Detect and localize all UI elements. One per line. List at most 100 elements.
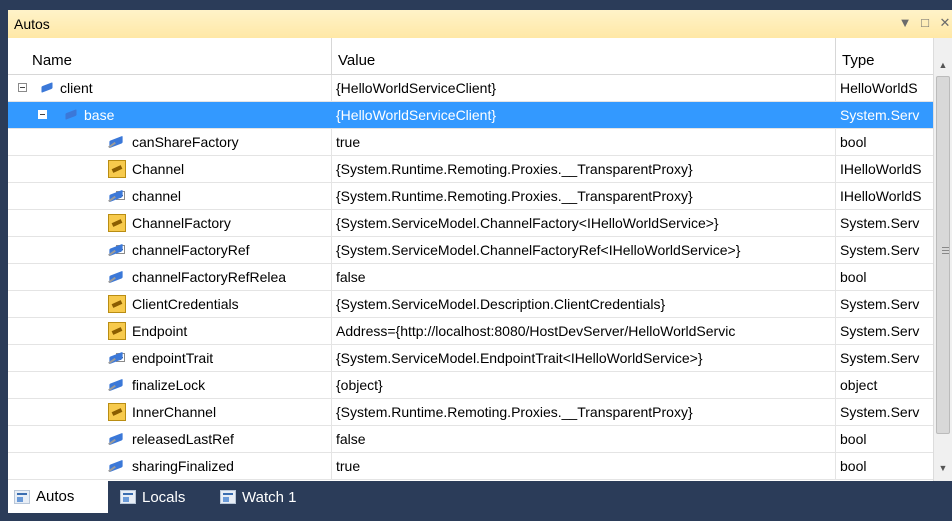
property-icon [108, 160, 126, 178]
scroll-up-icon[interactable]: ▲ [934, 56, 952, 74]
field-icon [108, 187, 126, 205]
field-icon [42, 82, 54, 94]
variable-name: client [60, 80, 93, 96]
window-title-bar[interactable]: Autos ▼ □ ✕ [8, 10, 952, 39]
variable-name: releasedLastRef [132, 431, 234, 447]
name-cell[interactable]: base [8, 102, 332, 128]
type-cell: HelloWorldS [836, 75, 934, 101]
name-cell[interactable]: releasedLastRef [8, 426, 332, 452]
variable-name: canShareFactory [132, 134, 239, 150]
autos-window: Autos ▼ □ ✕ Name Value Type client {Hello… [0, 0, 952, 521]
name-cell[interactable]: sharingFinalized [8, 453, 332, 479]
table-row[interactable]: releasedLastRef false bool [8, 426, 934, 453]
table-row[interactable]: ChannelFactory {System.ServiceModel.Chann… [8, 210, 934, 237]
value-cell[interactable]: {System.ServiceModel.Description.ClientC… [332, 291, 836, 317]
table-row[interactable]: finalizeLock {object} object [8, 372, 934, 399]
column-header-value[interactable]: Value [332, 38, 836, 74]
name-cell[interactable]: channel [8, 183, 332, 209]
locals-icon [120, 490, 136, 504]
name-cell[interactable]: channelFactoryRefRelea [8, 264, 332, 290]
value-cell[interactable]: {System.Runtime.Remoting.Proxies.__Trans… [332, 399, 836, 425]
value-cell[interactable]: {System.ServiceModel.ChannelFactory<IHel… [332, 210, 836, 236]
watch-icon [220, 490, 236, 504]
tab-label: Autos [36, 488, 75, 505]
value-cell[interactable]: {System.ServiceModel.EndpointTrait<IHell… [332, 345, 836, 371]
table-row[interactable]: channelFactoryRef {System.ServiceModel.Ch… [8, 237, 934, 264]
field-icon [108, 268, 126, 286]
variable-name: sharingFinalized [132, 458, 234, 474]
type-cell: bool [836, 453, 934, 479]
tab-locals[interactable]: Locals [114, 481, 214, 513]
field-icon [66, 109, 78, 121]
name-cell[interactable]: InnerChannel [8, 399, 332, 425]
name-cell[interactable]: client [8, 75, 332, 101]
value-cell[interactable]: {System.Runtime.Remoting.Proxies.__Trans… [332, 183, 836, 209]
type-cell: bool [836, 264, 934, 290]
name-cell[interactable]: canShareFactory [8, 129, 332, 155]
value-cell[interactable]: true [332, 129, 836, 155]
grid-header: Name Value Type [8, 38, 952, 75]
grid-rows: client {HelloWorldServiceClient} HelloWorl… [8, 75, 934, 480]
vertical-scrollbar[interactable]: ▲ ▼ [933, 38, 952, 481]
table-row[interactable]: Channel {System.Runtime.Remoting.Proxies.… [8, 156, 934, 183]
maximize-icon[interactable]: □ [918, 15, 932, 31]
variable-name: ClientCredentials [132, 296, 239, 312]
field-icon [108, 376, 126, 394]
name-cell[interactable]: channelFactoryRef [8, 237, 332, 263]
name-cell[interactable]: Channel [8, 156, 332, 182]
type-cell: bool [836, 426, 934, 452]
tab-label: Locals [142, 488, 186, 506]
scroll-down-icon[interactable]: ▼ [934, 459, 952, 477]
field-icon [108, 430, 126, 448]
variable-name: base [84, 107, 115, 123]
property-icon [108, 214, 126, 232]
value-cell[interactable]: {object} [332, 372, 836, 398]
tab-autos[interactable]: Autos [8, 481, 108, 513]
property-icon [108, 295, 126, 313]
table-row[interactable]: canShareFactory true bool [8, 129, 934, 156]
column-header-type[interactable]: Type [836, 38, 934, 74]
table-row[interactable]: client {HelloWorldServiceClient} HelloWorl… [8, 75, 934, 102]
field-icon [108, 457, 126, 475]
type-cell: object [836, 372, 934, 398]
autos-icon [14, 489, 30, 504]
name-cell[interactable]: endpointTrait [8, 345, 332, 371]
value-cell[interactable]: {HelloWorldServiceClient} [332, 102, 836, 128]
close-icon[interactable]: ✕ [938, 15, 952, 31]
variable-name: channel [132, 188, 182, 204]
table-row[interactable]: ClientCredentials {System.ServiceModel.De… [8, 291, 934, 318]
variables-grid: Name Value Type client {HelloWorldService… [8, 38, 952, 481]
column-header-name[interactable]: Name [26, 38, 332, 74]
name-cell[interactable]: ClientCredentials [8, 291, 332, 317]
table-row[interactable]: channel {System.Runtime.Remoting.Proxies.… [8, 183, 934, 210]
value-cell[interactable]: Address={http://localhost:8080/HostDevSe… [332, 318, 836, 344]
name-cell[interactable]: finalizeLock [8, 372, 332, 398]
value-cell[interactable]: true [332, 453, 836, 479]
collapse-icon[interactable] [38, 110, 47, 119]
variable-name: Endpoint [132, 323, 188, 339]
table-row[interactable]: sharingFinalized true bool [8, 453, 934, 480]
table-row[interactable]: InnerChannel {System.Runtime.Remoting.Pro… [8, 399, 934, 426]
value-cell[interactable]: false [332, 426, 836, 452]
type-cell: System.Serv [836, 237, 934, 263]
variable-name: endpointTrait [132, 350, 214, 366]
table-row[interactable]: Endpoint Address={http://localhost:8080/H… [8, 318, 934, 345]
field-icon [108, 133, 126, 151]
value-cell[interactable]: {System.ServiceModel.ChannelFactoryRef<I… [332, 237, 836, 263]
value-cell[interactable]: {HelloWorldServiceClient} [332, 75, 836, 101]
property-icon [108, 322, 126, 340]
name-cell[interactable]: ChannelFactory [8, 210, 332, 236]
value-cell[interactable]: false [332, 264, 836, 290]
table-row[interactable]: endpointTrait {System.ServiceModel.Endpoi… [8, 345, 934, 372]
collapse-icon[interactable] [18, 83, 27, 92]
grip-icon [942, 247, 949, 257]
table-row[interactable]: channelFactoryRefRelea false bool [8, 264, 934, 291]
value-cell[interactable]: {System.Runtime.Remoting.Proxies.__Trans… [332, 156, 836, 182]
field-icon [108, 241, 126, 259]
tab-watch-1[interactable]: Watch 1 [214, 481, 326, 513]
table-row[interactable]: base {HelloWorldServiceClient} System.Serv [8, 102, 934, 129]
dropdown-icon[interactable]: ▼ [898, 15, 912, 31]
property-icon [108, 403, 126, 421]
name-cell[interactable]: Endpoint [8, 318, 332, 344]
scrollbar-thumb[interactable] [936, 76, 950, 434]
